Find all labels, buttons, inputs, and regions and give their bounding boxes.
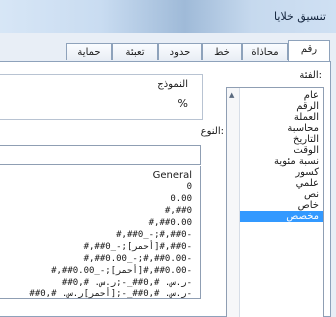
- tab-number[interactable]: رقم: [288, 40, 330, 61]
- type-input[interactable]: [0, 145, 201, 165]
- category-item[interactable]: الوقت: [293, 145, 319, 156]
- category-item[interactable]: نص: [304, 189, 319, 200]
- scroll-up-icon[interactable]: ▲: [229, 91, 234, 99]
- category-scrollbar[interactable]: ▲: [227, 88, 240, 317]
- format-item[interactable]: ر.س.‏ #,##0_-;[أحمر]ر.س.‏ #,##0-: [29, 288, 192, 301]
- category-item[interactable]: كسور: [295, 167, 319, 178]
- category-item[interactable]: نسبة مئوية: [274, 156, 319, 167]
- category-list[interactable]: ▲ عام الرقم العملة محاسبة التاريخ الوقت …: [226, 87, 324, 317]
- sample-value: %: [177, 97, 188, 110]
- type-label: النوع:: [200, 126, 224, 137]
- tab-protection[interactable]: حماية: [66, 43, 112, 60]
- sample-label: النموذج: [157, 79, 188, 90]
- tab-strip: رقم محاذاة خط حدود تعبئة حماية: [0, 40, 336, 62]
- format-cells-dialog: تنسيق خلايا رقم محاذاة خط حدود تعبئة حما…: [0, 0, 336, 317]
- category-item-selected[interactable]: مخصص: [240, 211, 323, 222]
- tab-font[interactable]: خط: [202, 43, 242, 60]
- category-item[interactable]: علمي: [296, 178, 319, 189]
- category-item[interactable]: خاص: [298, 200, 319, 211]
- tab-alignment[interactable]: محاذاة: [242, 43, 288, 60]
- category-item[interactable]: عام: [304, 90, 319, 101]
- dialog-title: تنسيق خلايا: [274, 10, 326, 23]
- category-item[interactable]: العملة: [294, 112, 319, 123]
- category-label: الفئة:: [299, 70, 322, 81]
- tab-fill[interactable]: تعبئة: [112, 43, 158, 60]
- sample-group: النموذج %: [0, 74, 203, 120]
- category-item[interactable]: محاسبة: [287, 123, 319, 134]
- format-list[interactable]: General 0 0.00 #,##0 #,##0.00 #,##0_-;#,…: [0, 166, 201, 299]
- tab-border[interactable]: حدود: [158, 43, 202, 60]
- title-bar: تنسيق خلايا: [0, 0, 336, 33]
- category-item[interactable]: الرقم: [296, 101, 319, 112]
- category-item[interactable]: التاريخ: [293, 134, 319, 145]
